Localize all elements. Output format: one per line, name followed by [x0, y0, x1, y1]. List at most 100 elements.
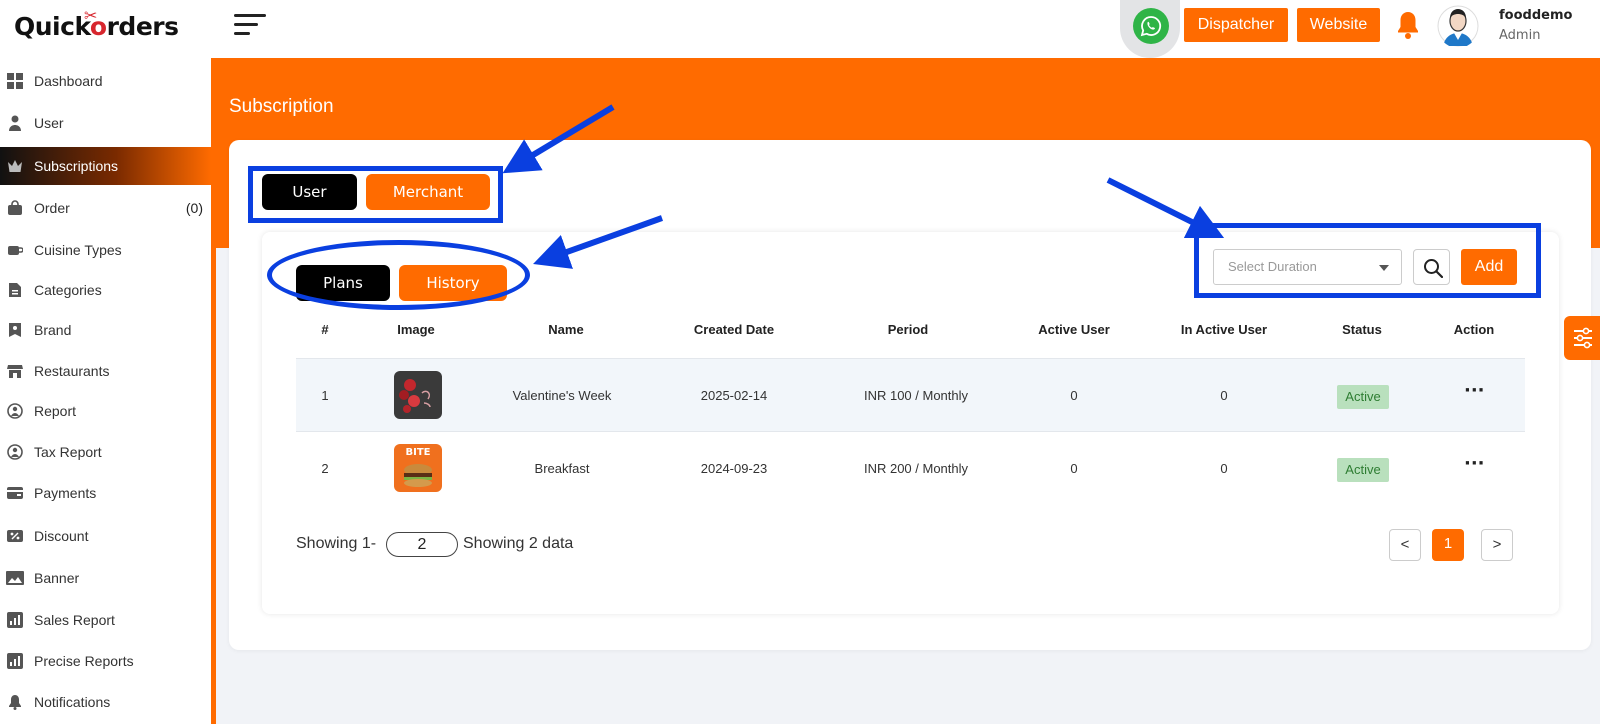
sidebar-item-notifications[interactable]: Notifications — [0, 683, 211, 721]
pagination-next-button[interactable]: > — [1481, 529, 1513, 561]
inactive-user-count: 0 — [1220, 461, 1228, 476]
plan-image-valentines — [394, 371, 442, 419]
sidebar-item-precise-reports[interactable]: Precise Reports — [0, 642, 211, 680]
bag-icon — [6, 199, 24, 217]
bell-icon — [6, 693, 24, 711]
row-action-menu-icon[interactable]: ··· — [1464, 432, 1485, 506]
user-role: Admin — [1499, 28, 1541, 43]
chart-icon — [6, 652, 24, 670]
sidebar-item-payments[interactable]: Payments — [0, 474, 211, 512]
sidebar-item-label: Banner — [34, 570, 80, 586]
pagination-page-1[interactable]: 1 — [1432, 529, 1464, 561]
column-header-created-date: Created Date — [693, 322, 775, 337]
sidebar-item-subscriptions[interactable]: Subscriptions — [0, 147, 211, 185]
report-icon — [6, 402, 24, 420]
whatsapp-icon — [1133, 8, 1169, 44]
chart-icon — [6, 611, 24, 629]
logo-text-quick: Quick — [14, 12, 90, 41]
column-header-number: # — [321, 322, 329, 337]
website-button[interactable]: Website — [1297, 8, 1380, 42]
table-row: 2 BITE Breakfast 2024-09-23 INR 200 / Mo… — [296, 432, 1525, 506]
crown-icon — [6, 157, 24, 175]
logo-text-rders: rders — [106, 12, 179, 41]
pagination-prev-button[interactable]: < — [1389, 529, 1421, 561]
tax-report-icon — [6, 443, 24, 461]
table-row: 1 Valentine's Week 2025-02-14 INR 100 / … — [296, 358, 1525, 432]
status-badge: Active — [1337, 458, 1389, 482]
status-badge: Active — [1337, 385, 1389, 409]
column-header-name: Name — [548, 322, 584, 337]
dashboard-icon — [6, 72, 24, 90]
sidebar-item-label: Report — [34, 403, 77, 419]
annotation-highlight-box-tabs — [248, 166, 503, 223]
sidebar-item-label: Cuisine Types — [34, 242, 122, 258]
plan-period: INR 100 / Monthly — [863, 388, 969, 403]
sidebar-item-brand[interactable]: Brand — [0, 311, 211, 349]
created-date: 2024-09-23 — [700, 461, 768, 476]
plan-image-breakfast: BITE — [394, 444, 442, 492]
hamburger-menu-icon[interactable] — [234, 12, 268, 40]
dispatcher-button[interactable]: Dispatcher — [1184, 8, 1288, 42]
sidebar-item-user[interactable]: User — [0, 104, 211, 142]
column-header-image: Image — [397, 322, 435, 337]
plan-name: Valentine's Week — [512, 388, 612, 403]
sidebar-item-sales-report[interactable]: Sales Report — [0, 601, 211, 639]
whatsapp-button[interactable] — [1120, 0, 1180, 58]
column-header-period: Period — [887, 322, 929, 337]
sidebar-item-categories[interactable]: Categories — [0, 271, 211, 309]
annotation-highlight-ellipse-subtabs — [267, 240, 530, 310]
plan-period: INR 200 / Monthly — [863, 461, 969, 476]
sidebar-item-label: Discount — [34, 528, 89, 544]
plan-image-text: BITE — [405, 447, 431, 458]
sidebar-item-label: Payments — [34, 485, 97, 501]
sidebar-item-label: Sales Report — [34, 612, 115, 628]
sidebar-item-tax-report[interactable]: Tax Report — [0, 433, 211, 471]
settings-sliders-button[interactable] — [1564, 316, 1600, 360]
sidebar-item-label: Subscriptions — [34, 158, 119, 174]
top-header: Quickorders ✂ Dispatcher Website fooddem… — [0, 0, 1600, 58]
page-title: Subscription — [229, 96, 334, 117]
order-count-badge: (0) — [185, 200, 203, 216]
sidebar-item-dashboard[interactable]: Dashboard — [0, 62, 211, 100]
plan-name: Breakfast — [534, 461, 590, 476]
sidebar-item-label: Categories — [34, 282, 102, 298]
showing-prefix: Showing 1- — [296, 535, 377, 552]
notification-bell-icon[interactable] — [1396, 10, 1420, 44]
image-icon — [6, 569, 24, 587]
sidebar-item-label: Notifications — [34, 694, 111, 710]
column-header-status: Status — [1342, 322, 1382, 337]
active-user-count: 0 — [1070, 388, 1078, 403]
showing-summary: Showing 2 data — [463, 535, 574, 552]
cup-icon — [6, 241, 24, 259]
sidebar-item-report[interactable]: Report — [0, 392, 211, 430]
sidebar-item-discount[interactable]: Discount — [0, 517, 211, 555]
categories-icon — [6, 281, 24, 299]
sidebar-item-label: Restaurants — [34, 363, 110, 379]
row-number: 2 — [321, 461, 329, 476]
user-avatar[interactable] — [1437, 4, 1479, 48]
sidebar-item-cuisine-types[interactable]: Cuisine Types — [0, 231, 211, 269]
sidebar-item-label: User — [34, 115, 64, 131]
sidebar-item-label: Tax Report — [34, 444, 102, 460]
store-icon — [6, 362, 24, 380]
column-header-action: Action — [1453, 322, 1495, 337]
per-page-input[interactable]: 2 — [386, 532, 458, 557]
row-action-menu-icon[interactable]: ··· — [1464, 359, 1485, 433]
column-header-inactive-user: In Active User — [1180, 322, 1268, 337]
sidebar-item-order[interactable]: Order (0) — [0, 189, 211, 227]
column-header-active-user: Active User — [1038, 322, 1110, 337]
brand-icon — [6, 321, 24, 339]
payments-icon — [6, 484, 24, 502]
sidebar-item-label: Brand — [34, 322, 72, 338]
user-name: fooddemo — [1499, 8, 1573, 23]
sidebar-item-label: Order — [34, 200, 70, 216]
user-icon — [6, 114, 24, 132]
row-number: 1 — [321, 388, 329, 403]
quickorders-logo[interactable]: Quickorders ✂ — [14, 6, 179, 41]
sidebar-item-label: Precise Reports — [34, 653, 134, 669]
sidebar-item-banner[interactable]: Banner — [0, 559, 211, 597]
annotation-highlight-box-filters — [1194, 223, 1541, 298]
sidebar-item-restaurants[interactable]: Restaurants — [0, 352, 211, 390]
sidebar-item-label: Dashboard — [34, 73, 103, 89]
created-date: 2025-02-14 — [700, 388, 768, 403]
